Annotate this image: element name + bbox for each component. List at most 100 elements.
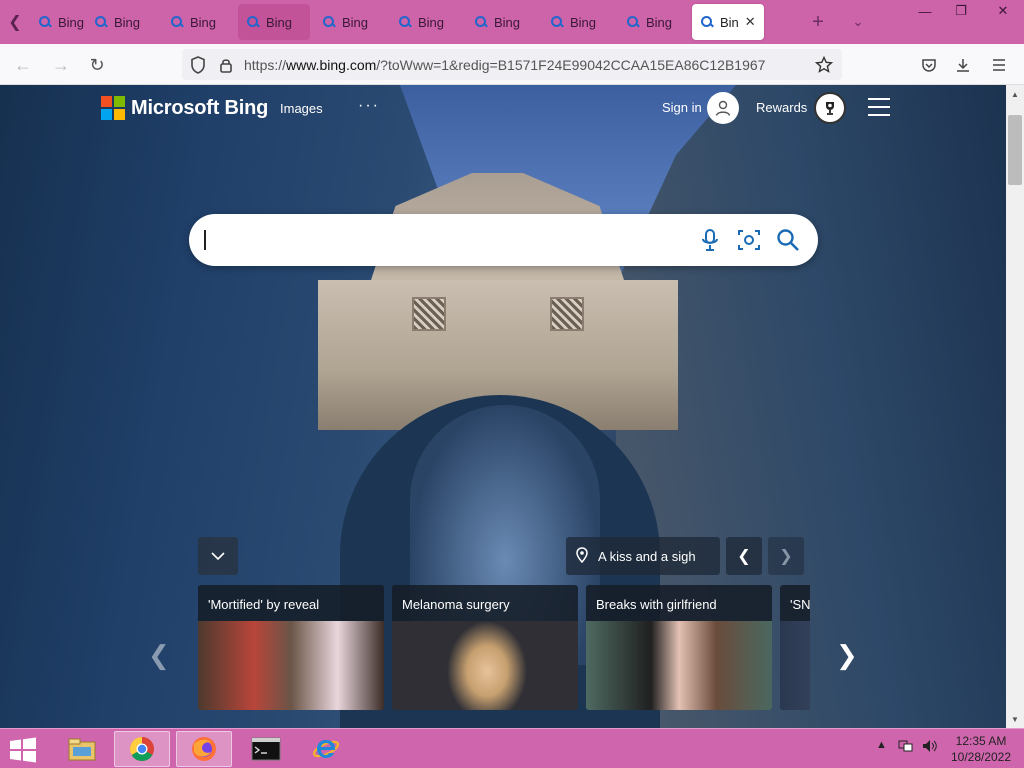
previous-image-button[interactable]: ❮ xyxy=(726,537,762,575)
file-explorer-icon[interactable] xyxy=(54,731,110,767)
news-card-title: 'SN xyxy=(790,597,810,612)
close-window-button[interactable]: ✕ xyxy=(986,0,1020,22)
browser-tab[interactable]: Bing xyxy=(314,4,386,40)
more-menu-button[interactable]: ··· xyxy=(358,97,380,115)
back-button[interactable]: ← xyxy=(8,50,38,80)
bing-header: Microsoft Bing Images ··· Sign in Reward… xyxy=(0,85,1006,135)
news-card-title: Melanoma surgery xyxy=(402,597,510,612)
sign-in-link[interactable]: Sign in xyxy=(662,100,702,115)
reload-button[interactable]: ↻ xyxy=(82,50,112,80)
rewards-trophy-icon[interactable] xyxy=(814,92,846,124)
scroll-down-arrow-icon[interactable]: ▼ xyxy=(1006,710,1024,728)
hamburger-menu-icon[interactable] xyxy=(868,98,890,116)
command-prompt-icon[interactable] xyxy=(238,731,294,767)
downloads-icon[interactable] xyxy=(948,50,978,80)
browser-tab[interactable]: Bing xyxy=(162,4,234,40)
images-link[interactable]: Images xyxy=(280,101,323,116)
news-card-image xyxy=(586,621,772,710)
start-button-icon[interactable] xyxy=(8,737,38,763)
tab-strip: ❮ Bing Bing Bing Bing Bing Bing Bing Bin… xyxy=(0,0,1024,44)
bookmark-star-icon[interactable] xyxy=(814,55,834,75)
news-card[interactable]: Breaks with girlfriend xyxy=(586,585,772,710)
rewards-link[interactable]: Rewards xyxy=(756,100,807,115)
bing-search-icon xyxy=(626,15,640,29)
scroll-up-arrow-icon[interactable]: ▲ xyxy=(1006,85,1024,103)
app-menu-icon[interactable] xyxy=(984,50,1014,80)
browser-tab[interactable]: Bing xyxy=(86,4,158,40)
news-card-image xyxy=(392,621,578,710)
tab-label: Bin xyxy=(720,14,739,30)
next-image-button[interactable]: ❯ xyxy=(768,537,804,575)
location-pin-icon xyxy=(576,546,588,566)
shield-icon[interactable] xyxy=(188,55,208,75)
tab-scroll-left-button[interactable]: ❮ xyxy=(0,4,30,40)
firefox-icon[interactable] xyxy=(176,731,232,767)
news-card-image xyxy=(198,621,384,710)
tab-label: Bing xyxy=(58,14,85,30)
bing-homepage: Microsoft Bing Images ··· Sign in Reward… xyxy=(0,85,1006,728)
scroll-thumb[interactable] xyxy=(1008,115,1022,185)
tab-label: Bing xyxy=(418,14,445,30)
show-hidden-icons-icon[interactable]: ▲ xyxy=(876,739,887,751)
bing-search-icon xyxy=(474,15,488,29)
network-icon[interactable] xyxy=(898,739,914,756)
tab-label: Bing xyxy=(570,14,597,30)
news-card[interactable]: 'Mortified' by reveal xyxy=(198,585,384,710)
minimize-button[interactable]: — xyxy=(908,0,942,22)
carousel-prev-icon[interactable]: ❮ xyxy=(148,640,170,671)
search-icon[interactable] xyxy=(774,226,802,254)
bing-search-icon xyxy=(170,15,184,29)
bing-search-icon xyxy=(94,15,108,29)
tab-label: Bing xyxy=(190,14,217,30)
new-tab-button[interactable]: + xyxy=(806,8,830,36)
internet-explorer-icon[interactable] xyxy=(298,731,354,767)
tab-label: Bing xyxy=(342,14,369,30)
page-scrollbar[interactable]: ▲ ▼ xyxy=(1006,85,1024,728)
news-card-image xyxy=(780,621,810,710)
bing-logo[interactable]: Microsoft Bing xyxy=(101,96,268,120)
bing-search-icon xyxy=(700,15,714,29)
microsoft-logo-icon xyxy=(101,96,125,120)
browser-tab-active[interactable]: Bin ✕ xyxy=(692,4,764,40)
address-bar[interactable]: https://www.bing.com/?toWww=1&redig=B157… xyxy=(182,49,842,80)
news-card-title: Breaks with girlfriend xyxy=(596,597,717,612)
news-card[interactable]: 'SN xyxy=(780,585,810,710)
tab-label: Bing xyxy=(114,14,141,30)
browser-tab[interactable]: Bing xyxy=(618,4,690,40)
browser-tab[interactable]: Bing xyxy=(238,4,310,40)
tab-close-icon[interactable]: ✕ xyxy=(745,14,756,30)
tab-label: Bing xyxy=(266,14,293,30)
visual-search-icon[interactable] xyxy=(735,226,763,254)
avatar-icon[interactable] xyxy=(707,92,739,124)
pocket-icon[interactable] xyxy=(914,50,944,80)
search-box[interactable] xyxy=(189,214,818,266)
lock-icon[interactable] xyxy=(216,55,236,75)
microphone-icon[interactable] xyxy=(696,226,724,254)
image-location-button[interactable]: A kiss and a sigh xyxy=(566,537,720,575)
text-caret xyxy=(204,230,206,250)
collapse-feed-button[interactable] xyxy=(198,537,238,575)
tab-label: Bing xyxy=(494,14,521,30)
chrome-icon[interactable] xyxy=(114,731,170,767)
windows-taskbar: ▲ 12:35 AM 10/28/2022 xyxy=(0,728,1024,768)
browser-tab[interactable]: Bing xyxy=(542,4,614,40)
logo-text: Microsoft Bing xyxy=(131,96,269,119)
navigation-bar: ← → ↻ https://www.bing.com/?toWww=1&redi… xyxy=(0,44,1024,85)
volume-icon[interactable] xyxy=(922,739,938,756)
tab-label: Bing xyxy=(646,14,673,30)
browser-tab[interactable]: Bing xyxy=(390,4,462,40)
clock-time: 12:35 AM xyxy=(955,734,1007,748)
carousel-next-icon[interactable]: ❯ xyxy=(836,640,858,671)
url-text: https://www.bing.com/?toWww=1&redig=B157… xyxy=(244,57,766,73)
bing-search-icon xyxy=(246,15,260,29)
system-clock[interactable]: 12:35 AM 10/28/2022 xyxy=(948,733,1014,765)
restore-button[interactable]: ❐ xyxy=(944,0,978,22)
bing-search-icon xyxy=(322,15,336,29)
news-carousel: 'Mortified' by reveal Melanoma surgery B… xyxy=(198,585,810,710)
news-card[interactable]: Melanoma surgery xyxy=(392,585,578,710)
forward-button[interactable]: → xyxy=(46,50,76,80)
search-input[interactable] xyxy=(205,224,685,256)
bing-search-icon xyxy=(550,15,564,29)
browser-tab[interactable]: Bing xyxy=(466,4,538,40)
list-all-tabs-button[interactable]: ⌄ xyxy=(846,8,870,36)
